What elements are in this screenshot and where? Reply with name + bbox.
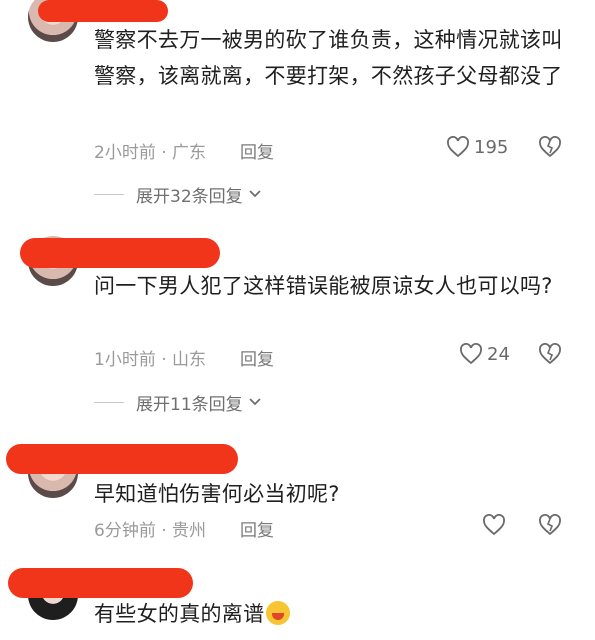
divider bbox=[94, 401, 124, 403]
divider bbox=[94, 193, 124, 195]
reply-button[interactable]: 回复 bbox=[240, 138, 274, 163]
heart-outline-icon bbox=[460, 343, 482, 365]
like-count: 24 bbox=[487, 343, 510, 365]
dislike-button[interactable] bbox=[538, 136, 562, 163]
expand-replies-button[interactable]: 展开32条回复 bbox=[94, 182, 262, 207]
dislike-button[interactable] bbox=[538, 514, 562, 541]
chevron-down-icon bbox=[249, 190, 261, 198]
redaction-mark bbox=[6, 444, 238, 474]
comment-meta: 6分钟前 · 贵州 回复 bbox=[94, 514, 564, 542]
like-button[interactable]: 195 bbox=[446, 136, 508, 158]
comment-meta: 2小时前 · 广东 回复 195 bbox=[94, 136, 564, 164]
dislike-button[interactable] bbox=[538, 343, 562, 370]
like-button[interactable]: 24 bbox=[459, 343, 510, 365]
redaction-mark bbox=[8, 568, 193, 598]
expand-replies-label: 展开11条回复 bbox=[136, 394, 243, 415]
like-button[interactable] bbox=[482, 514, 506, 536]
broken-heart-icon bbox=[539, 136, 561, 158]
like-count: 195 bbox=[474, 136, 509, 158]
expand-replies-label: 展开32条回复 bbox=[136, 186, 243, 207]
heart-outline-icon bbox=[483, 514, 505, 536]
comment-text: 警察不去万一被男的砍了谁负责，这种情况就该叫警察，该离就离，不要打架，不然孩子父… bbox=[94, 28, 563, 88]
comment-time: 6分钟前 · 贵州 bbox=[94, 521, 207, 541]
reply-button[interactable]: 回复 bbox=[240, 345, 274, 370]
heart-outline-icon bbox=[447, 136, 469, 158]
comment-meta: 1小时前 · 山东 回复 24 bbox=[94, 343, 564, 371]
comment-text: 问一下男人犯了这样错误能被原谅女人也可以吗? bbox=[94, 274, 553, 298]
comment-time: 2小时前 · 广东 bbox=[94, 143, 207, 163]
laughing-emoji-icon bbox=[266, 601, 291, 625]
comment-time: 1小时前 · 山东 bbox=[94, 350, 207, 370]
broken-heart-icon bbox=[539, 514, 561, 536]
chevron-down-icon bbox=[249, 398, 261, 406]
comment-text: 有些女的真的离谱 bbox=[94, 596, 564, 632]
redaction-mark bbox=[38, 0, 168, 22]
redaction-mark bbox=[20, 238, 220, 268]
reply-button[interactable]: 回复 bbox=[240, 516, 274, 541]
expand-replies-button[interactable]: 展开11条回复 bbox=[94, 390, 262, 415]
broken-heart-icon bbox=[539, 343, 561, 365]
comment-text-content: 有些女的真的离谱 bbox=[94, 602, 265, 626]
comment-text: 早知道怕伤害何必当初呢? bbox=[94, 482, 340, 506]
